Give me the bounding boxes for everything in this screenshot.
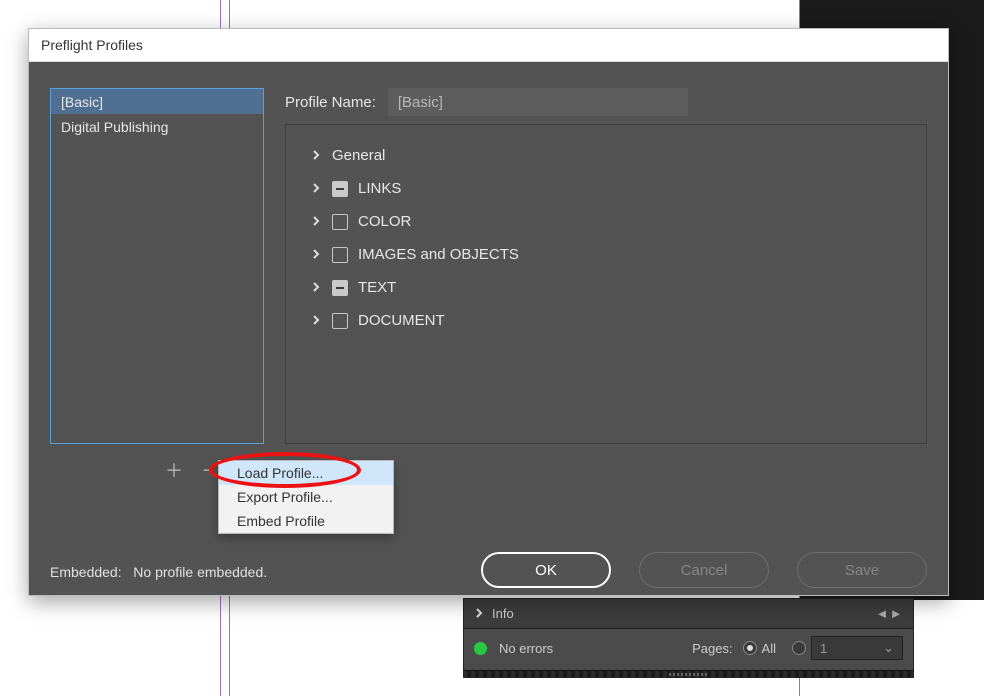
status-row: No errors Pages: All 1 ⌄ — [464, 629, 913, 667]
profile-name-value: [Basic] — [398, 94, 443, 111]
menu-item-embed-profile[interactable]: Embed Profile — [219, 509, 393, 533]
category-document[interactable]: DOCUMENT — [308, 304, 904, 337]
save-button[interactable]: Save — [797, 552, 927, 588]
menu-item-label: Export Profile... — [237, 489, 333, 505]
menu-item-label: Embed Profile — [237, 513, 325, 529]
profile-menu-dropdown: Load Profile... Export Profile... Embed … — [218, 460, 394, 534]
pages-range-value: 1 — [820, 641, 827, 656]
cancel-button[interactable]: Cancel — [639, 552, 769, 588]
pages-range-field[interactable]: 1 ⌄ — [811, 636, 903, 660]
panel-resize-grip[interactable] — [463, 670, 914, 678]
info-label: Info — [492, 606, 514, 621]
category-label: General — [332, 147, 385, 164]
dialog-title-text: Preflight Profiles — [41, 37, 143, 53]
checkbox-indeterminate-icon[interactable] — [332, 181, 348, 197]
embedded-label: Embedded: — [50, 564, 122, 580]
menu-item-label: Load Profile... — [237, 465, 323, 481]
info-disclosure-row[interactable]: Info ◄ ► — [464, 599, 913, 629]
profile-name-label: Profile Name: — [285, 94, 376, 111]
checkbox-icon[interactable] — [332, 247, 348, 263]
prev-arrow-icon[interactable]: ◄ — [875, 606, 889, 621]
category-images-objects[interactable]: IMAGES and OBJECTS — [308, 238, 904, 271]
dialog-button-row: OK Cancel Save — [481, 552, 927, 588]
dialog-title: Preflight Profiles — [29, 29, 948, 62]
status-text: No errors — [499, 641, 553, 656]
chevron-right-icon — [474, 606, 484, 621]
checkbox-icon[interactable] — [332, 214, 348, 230]
checkbox-indeterminate-icon[interactable] — [332, 280, 348, 296]
chevron-right-icon — [308, 246, 324, 263]
category-label: COLOR — [358, 213, 411, 230]
pages-label: Pages: — [692, 641, 732, 656]
status-ok-icon — [474, 642, 487, 655]
category-general[interactable]: General — [308, 139, 904, 172]
remove-profile-button[interactable]: − — [198, 460, 218, 480]
chevron-right-icon — [308, 147, 324, 164]
add-profile-button[interactable]: ＋ — [164, 460, 184, 480]
profile-item-label: Digital Publishing — [61, 119, 168, 135]
category-label: LINKS — [358, 180, 401, 197]
category-label: IMAGES and OBJECTS — [358, 246, 519, 263]
category-label: TEXT — [358, 279, 396, 296]
category-tree: General LINKS COLOR — [285, 124, 927, 444]
pages-all-radio[interactable] — [743, 641, 757, 655]
chevron-right-icon — [308, 312, 324, 329]
profile-item-basic[interactable]: [Basic] — [51, 89, 263, 114]
profile-name-row: Profile Name: [Basic] — [285, 88, 688, 116]
profile-item-label: [Basic] — [61, 94, 103, 110]
preflight-status-panel: Info ◄ ► No errors Pages: All 1 ⌄ — [463, 598, 914, 672]
pages-all-label: All — [762, 641, 776, 656]
chevron-right-icon — [308, 213, 324, 230]
category-color[interactable]: COLOR — [308, 205, 904, 238]
profile-item-digital-publishing[interactable]: Digital Publishing — [51, 114, 263, 139]
next-arrow-icon[interactable]: ► — [889, 606, 903, 621]
embedded-value: No profile embedded. — [133, 564, 267, 580]
category-links[interactable]: LINKS — [308, 172, 904, 205]
chevron-right-icon — [308, 180, 324, 197]
menu-item-export-profile[interactable]: Export Profile... — [219, 485, 393, 509]
ok-button[interactable]: OK — [481, 552, 611, 588]
preflight-profiles-dialog: Preflight Profiles [Basic] Digital Publi… — [28, 28, 949, 596]
category-label: DOCUMENT — [358, 312, 445, 329]
chevron-down-icon: ⌄ — [883, 640, 894, 656]
pages-range-radio[interactable] — [792, 641, 806, 655]
embedded-status: Embedded: No profile embedded. — [50, 564, 267, 580]
profiles-list[interactable]: [Basic] Digital Publishing — [50, 88, 264, 444]
checkbox-icon[interactable] — [332, 313, 348, 329]
chevron-right-icon — [308, 279, 324, 296]
profile-name-field[interactable]: [Basic] — [388, 88, 688, 116]
menu-item-load-profile[interactable]: Load Profile... — [219, 461, 393, 485]
category-text[interactable]: TEXT — [308, 271, 904, 304]
dialog-body: [Basic] Digital Publishing ＋ − Embedded:… — [29, 62, 948, 595]
